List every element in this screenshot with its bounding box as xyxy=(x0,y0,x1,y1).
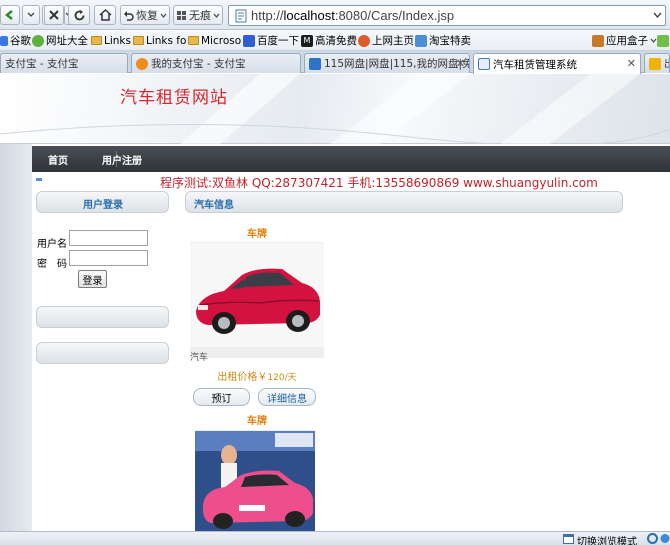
bookmark-baidu[interactable]: 百度一下 xyxy=(243,33,299,48)
bookmarks-bar: 谷歌 网址大全 Links Links fo Microso 百度一下 M 高清免… xyxy=(0,30,670,51)
bookmark-microsoft[interactable]: Microso xyxy=(188,33,241,48)
google-icon xyxy=(0,35,8,46)
globe-icon[interactable] xyxy=(660,533,670,544)
side-panel-blank-2 xyxy=(36,342,169,364)
refresh-button[interactable] xyxy=(68,5,90,25)
stop-button[interactable] xyxy=(44,5,64,25)
back-button[interactable] xyxy=(0,5,20,25)
password-label: 密 码 xyxy=(37,259,67,270)
private-mode-button[interactable]: 无痕 xyxy=(173,5,223,25)
chevron-down-icon[interactable] xyxy=(653,12,662,18)
marquee-marker xyxy=(36,178,42,181)
login-panel-header: 用户登录 xyxy=(36,191,169,213)
tab-strip: 支付宝 - 支付宝 我的支付宝 - 支付宝 115网盘|网盘|115,我的网盘|… xyxy=(0,51,670,74)
web-page: 汽车租赁网站 首页 用户注册 程序测试:双鱼林 QQ:287307421 手机:… xyxy=(0,74,670,531)
nav-register[interactable]: 用户注册 xyxy=(102,152,142,167)
book-button[interactable]: 预订 xyxy=(193,388,250,406)
home-button[interactable] xyxy=(94,5,116,25)
red-sedan-image xyxy=(190,243,324,358)
address-bar[interactable]: http://localhost:8080/Cars/Index.jsp xyxy=(228,5,666,26)
login-button[interactable]: 登录 xyxy=(78,270,107,288)
taobao-icon xyxy=(415,34,427,47)
status-bar: 切换浏览模式 xyxy=(0,531,670,545)
car-photo[interactable] xyxy=(190,242,324,358)
site-banner: 汽车租赁网站 xyxy=(0,74,670,144)
plus-icon xyxy=(657,34,669,47)
url-text: http://localhost:8080/Cars/Index.jsp xyxy=(251,8,455,23)
disk-icon xyxy=(309,57,321,70)
folder-icon xyxy=(133,36,144,45)
leaf-icon xyxy=(32,34,44,47)
window-icon xyxy=(563,534,574,544)
globe-icon xyxy=(358,34,370,47)
username-label: 用户名 xyxy=(37,239,67,250)
tab-car-rental[interactable]: 汽车租赁管理系统 ✕ xyxy=(473,53,641,74)
detail-button[interactable]: 详细信息 xyxy=(258,388,316,406)
bookmark-url-directory[interactable]: 网址大全 xyxy=(32,33,88,48)
restore-label: 恢复 xyxy=(136,9,158,22)
undo-icon xyxy=(124,10,134,21)
tab-alipay[interactable]: 支付宝 - 支付宝 xyxy=(0,53,128,73)
car-photo-2[interactable] xyxy=(195,430,315,531)
box-icon xyxy=(592,34,604,47)
back-dropdown[interactable] xyxy=(22,5,40,25)
bookmark-taobao[interactable]: 淘宝特卖 xyxy=(415,33,471,48)
chevron-down-icon xyxy=(27,12,35,17)
close-icon[interactable]: ✕ xyxy=(456,57,465,70)
close-icon xyxy=(49,10,59,20)
left-decoration-strip xyxy=(0,144,32,531)
bookmark-google[interactable]: 谷歌 xyxy=(0,33,31,48)
car-info-header-text: 汽车信息 xyxy=(194,200,234,211)
ie-icon[interactable] xyxy=(647,533,658,544)
car-caption: 汽车 xyxy=(190,353,209,363)
folder-icon xyxy=(188,36,199,45)
bookmark-extra[interactable] xyxy=(657,33,669,48)
restore-button[interactable]: 恢复 xyxy=(120,5,170,25)
folder-icon xyxy=(91,36,102,45)
plate-label-2: 车牌 xyxy=(247,416,267,427)
banner-decoration xyxy=(0,74,670,144)
car-info-header: 汽车信息 xyxy=(185,191,623,213)
bookmark-hd-free[interactable]: M 高清免费 xyxy=(301,33,357,48)
grid-icon xyxy=(177,10,186,20)
password-input[interactable] xyxy=(69,250,148,266)
plate-label: 车牌 xyxy=(247,229,267,240)
page-icon xyxy=(478,58,490,70)
bookmark-homepage[interactable]: 上网主页 xyxy=(358,33,414,48)
alipay-icon xyxy=(136,57,148,70)
nav-home[interactable]: 首页 xyxy=(48,152,68,167)
paw-icon xyxy=(243,34,255,47)
tab-my-alipay[interactable]: 我的支付宝 - 支付宝 xyxy=(131,53,301,73)
side-panel-blank-1 xyxy=(36,306,169,328)
tab-extra[interactable]: 出 xyxy=(644,53,670,73)
main-nav: 首页 用户注册 xyxy=(32,146,670,172)
refresh-icon xyxy=(74,9,84,20)
private-mode-label: 无痕 xyxy=(189,9,211,22)
switch-mode-link[interactable]: 切换浏览模式 xyxy=(577,533,637,545)
login-header-text: 用户登录 xyxy=(83,200,123,211)
page-icon xyxy=(649,57,661,70)
site-title: 汽车租赁网站 xyxy=(120,88,228,108)
username-input[interactable] xyxy=(69,230,148,246)
back-arrow-icon xyxy=(4,10,13,20)
rental-price: 出租价格￥120/天 xyxy=(217,372,297,383)
tab-115-disk[interactable]: 115网盘|网盘|115,我的网盘|免... ✕ xyxy=(304,53,470,73)
chevron-down-icon xyxy=(213,13,220,18)
marquee-text: 程序测试:双鱼林 QQ:287307421 手机:13558690869 www… xyxy=(160,176,598,190)
bookmark-links-fo[interactable]: Links fo xyxy=(133,33,186,48)
pink-car-show-image xyxy=(195,431,315,531)
m-logo-icon: M xyxy=(301,34,313,47)
close-icon[interactable]: ✕ xyxy=(627,57,636,70)
chevron-down-icon xyxy=(650,38,657,43)
bookmark-links[interactable]: Links xyxy=(91,33,131,48)
home-icon xyxy=(98,9,112,21)
page-icon xyxy=(235,9,247,23)
browser-toolbar: 恢复 无痕 http://localhost:8080/Cars/Index.j… xyxy=(0,0,670,30)
bookmark-app-box[interactable]: 应用盒子 xyxy=(592,33,657,48)
chevron-down-icon xyxy=(160,13,167,18)
